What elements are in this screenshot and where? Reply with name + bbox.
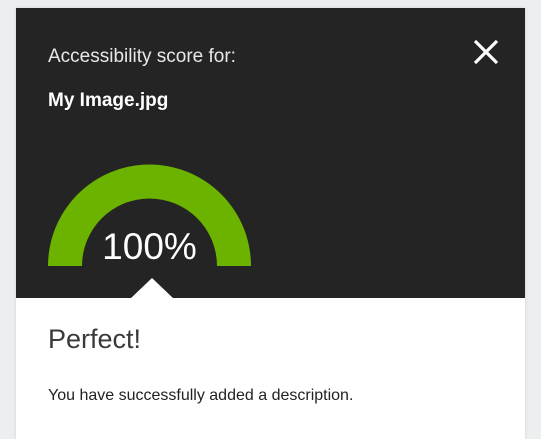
score-label: Accessibility score for: bbox=[48, 46, 236, 67]
pointer-arrow bbox=[130, 278, 174, 299]
close-button[interactable] bbox=[466, 32, 506, 72]
result-message: You have successfully added a descriptio… bbox=[48, 387, 354, 404]
score-header: Accessibility score for: My Image.jpg 10… bbox=[16, 8, 525, 299]
close-icon bbox=[473, 39, 499, 65]
result-heading: Perfect! bbox=[48, 324, 142, 354]
accessibility-score-dialog: Accessibility score for: My Image.jpg 10… bbox=[16, 8, 525, 439]
score-value: 100% bbox=[102, 226, 197, 267]
file-name: My Image.jpg bbox=[48, 90, 169, 111]
